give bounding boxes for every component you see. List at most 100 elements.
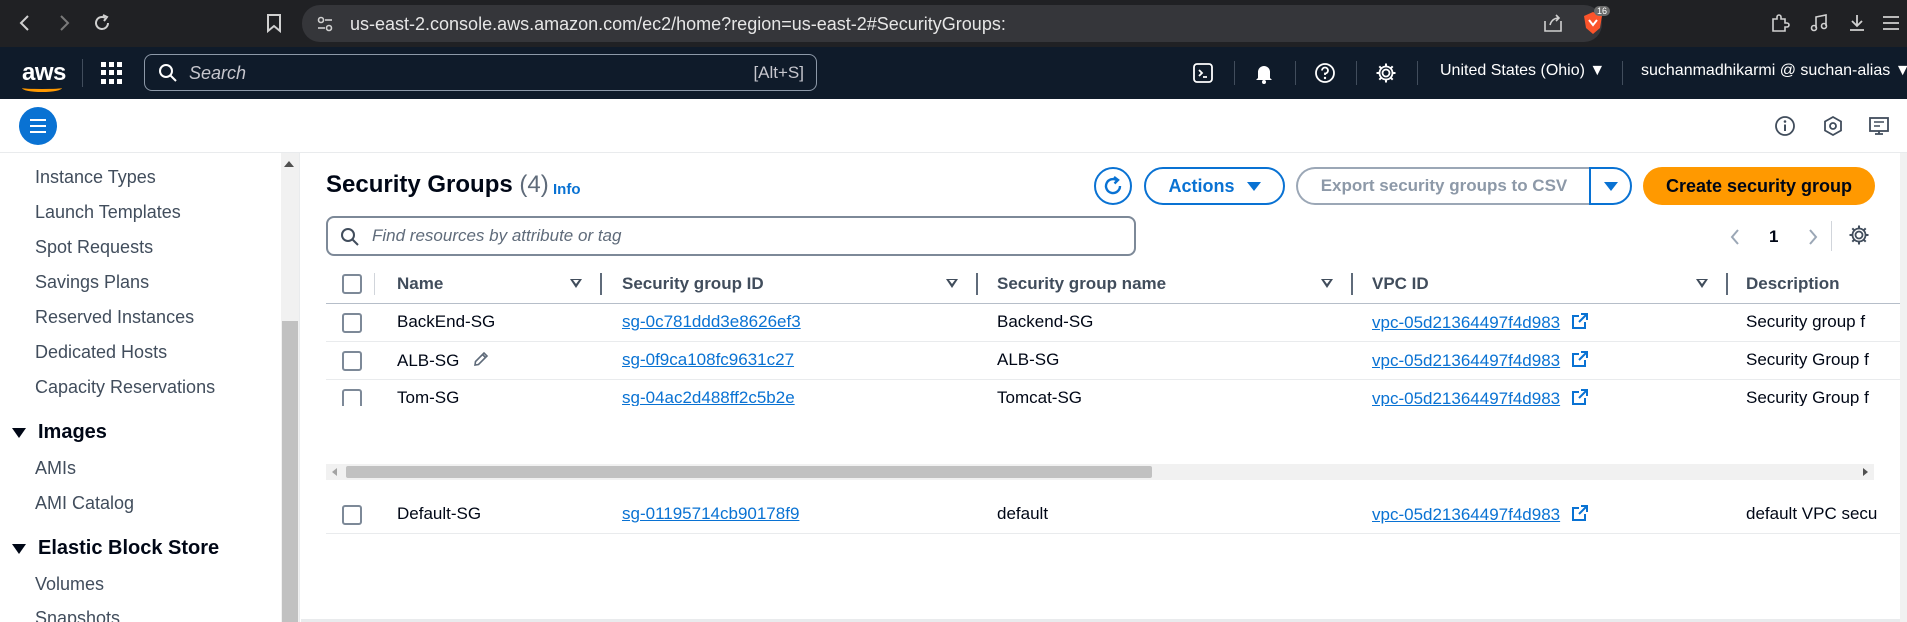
sidebar-item-launch-templates[interactable]: Launch Templates bbox=[35, 202, 181, 223]
sidebar-scrollbar-thumb[interactable] bbox=[282, 321, 298, 622]
info-link[interactable]: Info bbox=[553, 181, 581, 198]
create-label: Create security group bbox=[1665, 175, 1853, 196]
page-title: Security Groups (4) bbox=[326, 171, 549, 199]
security-group-id-link[interactable]: sg-0f9ca108fc9631c27 bbox=[622, 350, 794, 370]
row-checkbox[interactable] bbox=[342, 313, 362, 333]
column-resizer[interactable] bbox=[1351, 273, 1353, 295]
table-preferences-icon[interactable] bbox=[1848, 224, 1870, 251]
create-security-group-button[interactable]: Create security group bbox=[1643, 167, 1875, 205]
bookmark-icon[interactable] bbox=[260, 9, 288, 37]
column-resizer[interactable] bbox=[600, 273, 602, 295]
export-dropdown-button[interactable] bbox=[1589, 167, 1632, 205]
previous-page-icon[interactable] bbox=[1729, 228, 1741, 252]
next-page-icon[interactable] bbox=[1807, 228, 1819, 252]
external-link-icon[interactable] bbox=[1571, 388, 1589, 406]
sidebar-item-dedicated-hosts[interactable]: Dedicated Hosts bbox=[35, 342, 167, 363]
forward-icon[interactable] bbox=[51, 9, 79, 37]
download-icon[interactable] bbox=[1844, 10, 1870, 36]
actions-button[interactable]: Actions bbox=[1144, 167, 1285, 205]
column-header-vpc-id[interactable]: VPC ID bbox=[1372, 274, 1429, 294]
sidebar-item-savings-plans[interactable]: Savings Plans bbox=[35, 272, 149, 293]
sidebar-item-ami-catalog[interactable]: AMI Catalog bbox=[35, 493, 134, 514]
column-header-security-group-name[interactable]: Security group name bbox=[997, 274, 1166, 294]
url-text[interactable]: us-east-2.console.aws.amazon.com/ec2/hom… bbox=[350, 14, 1006, 35]
sidebar-section-ebs[interactable]: Elastic Block Store bbox=[12, 537, 219, 560]
scroll-left-arrow-icon[interactable] bbox=[332, 468, 337, 476]
feedback-icon[interactable] bbox=[1820, 113, 1846, 139]
table-row[interactable]: ALB-SG sg-0f9ca108fc9631c27 ALB-SG vpc-0… bbox=[326, 342, 1907, 380]
security-group-id-link[interactable]: sg-0c781ddd3e8626ef3 bbox=[622, 312, 801, 332]
site-settings-icon[interactable] bbox=[316, 15, 334, 38]
row-checkbox[interactable] bbox=[342, 351, 362, 371]
nav-divider bbox=[1622, 61, 1623, 85]
sidebar-section-images[interactable]: Images bbox=[12, 421, 107, 444]
sidebar-item-capacity-reservations[interactable]: Capacity Reservations bbox=[35, 377, 215, 398]
export-csv-button[interactable]: Export security groups to CSV bbox=[1296, 167, 1590, 205]
cell-name-text: ALB-SG bbox=[397, 351, 460, 370]
side-nav-toggle-button[interactable] bbox=[19, 107, 57, 145]
sidebar-item-snapshots[interactable]: Snapshots bbox=[35, 608, 120, 622]
sort-icon[interactable] bbox=[570, 279, 582, 288]
sidebar-item-reserved-instances[interactable]: Reserved Instances bbox=[35, 307, 194, 328]
sidebar-item-spot-requests[interactable]: Spot Requests bbox=[35, 237, 153, 258]
display-settings-icon[interactable] bbox=[1867, 113, 1893, 139]
column-header-name[interactable]: Name bbox=[397, 274, 443, 294]
scroll-up-arrow-icon[interactable] bbox=[284, 161, 294, 167]
nav-divider bbox=[1234, 61, 1235, 85]
bell-icon[interactable] bbox=[1251, 60, 1277, 86]
cell-description: Security group f bbox=[1746, 312, 1866, 331]
page-scrollbar[interactable] bbox=[1900, 153, 1907, 622]
edit-pencil-icon[interactable] bbox=[472, 350, 490, 368]
vpc-id-link[interactable]: vpc-05d21364497f4d983 bbox=[1372, 313, 1560, 332]
filter-input[interactable]: Find resources by attribute or tag bbox=[326, 216, 1136, 256]
sort-icon[interactable] bbox=[1696, 279, 1708, 288]
reload-icon[interactable] bbox=[88, 9, 116, 37]
table-row[interactable]: BackEnd-SG sg-0c781ddd3e8626ef3 Backend-… bbox=[326, 304, 1907, 342]
services-grid-icon[interactable] bbox=[101, 62, 123, 84]
address-bar[interactable]: us-east-2.console.aws.amazon.com/ec2/hom… bbox=[302, 5, 1602, 42]
horizontal-scrollbar-thumb[interactable] bbox=[346, 466, 1152, 478]
column-header-description[interactable]: Description bbox=[1746, 274, 1840, 294]
brave-shield-icon[interactable]: 16 bbox=[1580, 6, 1611, 36]
region-selector[interactable]: United States (Ohio) ▼ bbox=[1440, 62, 1605, 80]
share-icon[interactable] bbox=[1542, 13, 1564, 38]
gear-icon[interactable] bbox=[1373, 60, 1399, 86]
row-checkbox[interactable] bbox=[342, 505, 362, 525]
table-horizontal-scrollbar[interactable] bbox=[326, 464, 1874, 480]
sidebar-item-volumes[interactable]: Volumes bbox=[35, 574, 104, 595]
refresh-button[interactable] bbox=[1094, 167, 1132, 205]
account-menu[interactable]: suchanmadhikarmi @ suchan-alias ▼ bbox=[1641, 62, 1907, 80]
security-group-id-link[interactable]: sg-01195714cb90178f9 bbox=[622, 504, 799, 524]
external-link-icon[interactable] bbox=[1571, 312, 1589, 330]
vpc-id-link[interactable]: vpc-05d21364497f4d983 bbox=[1372, 389, 1560, 406]
sort-icon[interactable] bbox=[1321, 279, 1333, 288]
vpc-id-link[interactable]: vpc-05d21364497f4d983 bbox=[1372, 505, 1560, 524]
sort-icon[interactable] bbox=[946, 279, 958, 288]
browser-toolbar: us-east-2.console.aws.amazon.com/ec2/hom… bbox=[0, 0, 1907, 47]
back-icon[interactable] bbox=[10, 9, 38, 37]
external-link-icon[interactable] bbox=[1571, 350, 1589, 368]
sidebar-item-amis[interactable]: AMIs bbox=[35, 458, 76, 479]
scroll-right-arrow-icon[interactable] bbox=[1863, 468, 1868, 476]
security-group-id-link[interactable]: sg-04ac2d488ff2c5b2e bbox=[622, 388, 795, 406]
aws-logo-smile bbox=[22, 84, 62, 92]
table-row[interactable]: Default-SG sg-01195714cb90178f9 default … bbox=[326, 496, 1907, 534]
external-link-icon[interactable] bbox=[1571, 504, 1589, 522]
sidebar-item-instance-types[interactable]: Instance Types bbox=[35, 167, 156, 188]
help-icon[interactable] bbox=[1312, 60, 1338, 86]
extensions-icon[interactable] bbox=[1767, 10, 1793, 36]
row-checkbox[interactable] bbox=[342, 389, 362, 406]
menu-icon[interactable] bbox=[1878, 10, 1904, 36]
current-page-number[interactable]: 1 bbox=[1769, 227, 1778, 247]
column-resizer[interactable] bbox=[1726, 273, 1728, 295]
search-input[interactable]: Search [Alt+S] bbox=[144, 54, 817, 91]
table-row[interactable]: Tom-SG sg-04ac2d488ff2c5b2e Tomcat-SG vp… bbox=[326, 380, 1907, 406]
media-icon[interactable] bbox=[1806, 10, 1832, 36]
vpc-id-link[interactable]: vpc-05d21364497f4d983 bbox=[1372, 351, 1560, 370]
column-resizer[interactable] bbox=[976, 273, 978, 295]
cloudshell-icon[interactable] bbox=[1190, 60, 1216, 86]
select-all-checkbox[interactable] bbox=[342, 274, 362, 294]
aws-logo[interactable]: aws bbox=[22, 59, 66, 87]
info-panel-icon[interactable] bbox=[1772, 113, 1798, 139]
column-header-security-group-id[interactable]: Security group ID bbox=[622, 274, 764, 294]
